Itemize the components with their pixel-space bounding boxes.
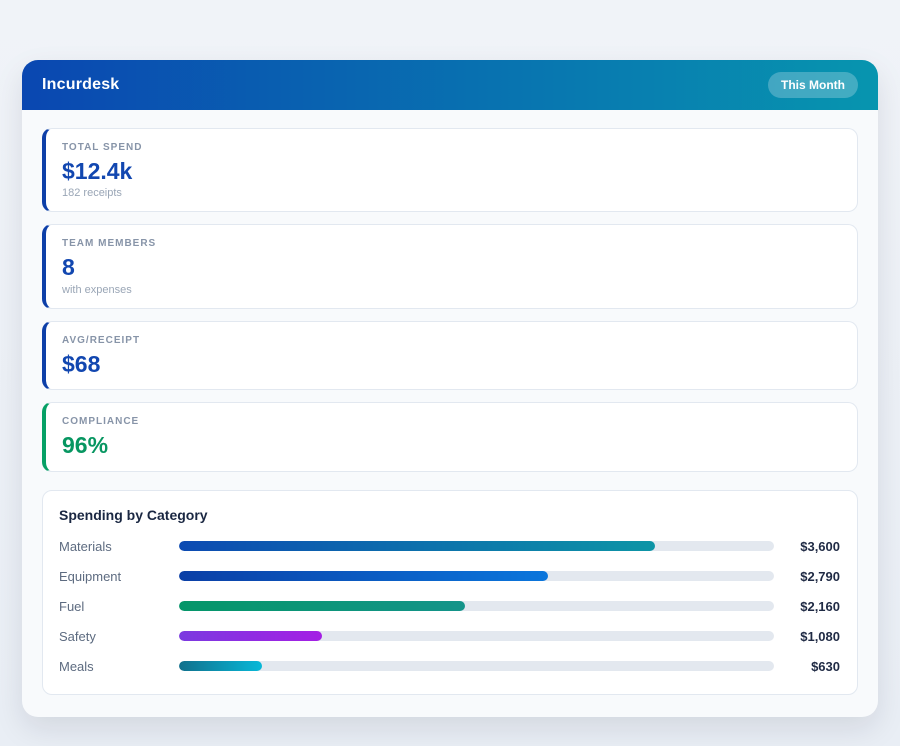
bar-fill-meals <box>179 661 263 672</box>
stat-label: TOTAL SPEND <box>62 142 143 153</box>
chart-row: Equipment $2,790 <box>59 569 840 584</box>
stat-card-compliance: COMPLIANCE 96% <box>42 402 858 472</box>
bar-track <box>179 631 774 642</box>
bar-track <box>179 601 774 612</box>
bar-fill-materials <box>179 541 655 552</box>
stat-card-team-members: TEAM MEMBERS 8 with expenses <box>42 224 858 309</box>
stat-value: $68 <box>62 350 101 377</box>
stat-card-avg-receipt: AVG/RECEIPT $68 <box>42 320 858 391</box>
app-header: Incurdesk This Month <box>22 60 878 110</box>
stat-subtext: with expenses <box>62 283 132 296</box>
chart-row: Fuel $2,160 <box>59 599 840 614</box>
bar-fill-fuel <box>179 601 465 612</box>
bar-track <box>179 571 774 582</box>
dashboard-body: TOTAL SPEND $12.4k 182 receipts TEAM MEM… <box>22 110 878 717</box>
category-label: Fuel <box>59 598 85 614</box>
bar-track <box>179 661 774 672</box>
category-label: Meals <box>59 658 94 674</box>
dashboard-panel: Incurdesk This Month TOTAL SPEND $12.4k … <box>22 60 878 717</box>
category-label: Materials <box>59 538 112 554</box>
chart-row: Safety $1,080 <box>59 629 840 644</box>
stat-value: 8 <box>62 254 75 281</box>
period-badge[interactable]: This Month <box>768 72 858 98</box>
spending-chart-card: Spending by Category Materials $3,600 Eq… <box>42 489 858 695</box>
app-title: Incurdesk <box>42 76 120 93</box>
chart-row: Meals $630 <box>59 659 840 674</box>
stat-value: 96% <box>62 432 109 459</box>
category-value: $2,790 <box>800 568 840 584</box>
stat-label: AVG/RECEIPT <box>62 334 141 346</box>
stat-value: $12.4k <box>62 158 133 184</box>
bar-fill-equipment <box>179 571 548 582</box>
category-value: $630 <box>811 658 840 674</box>
stat-card-total-spend: TOTAL SPEND $12.4k 182 receipts <box>42 128 858 213</box>
stat-label: COMPLIANCE <box>62 416 140 428</box>
category-label: Safety <box>59 628 96 644</box>
bar-fill-safety <box>179 631 322 642</box>
bar-track <box>179 541 774 552</box>
chart-title: Spending by Category <box>59 506 208 523</box>
category-value: $3,600 <box>800 538 840 554</box>
category-label: Equipment <box>59 568 122 584</box>
stat-label: TEAM MEMBERS <box>62 238 157 250</box>
category-value: $2,160 <box>800 598 840 614</box>
category-value: $1,080 <box>800 628 840 644</box>
stat-subtext: 182 receipts <box>62 187 122 200</box>
chart-row: Materials $3,600 <box>59 539 840 554</box>
